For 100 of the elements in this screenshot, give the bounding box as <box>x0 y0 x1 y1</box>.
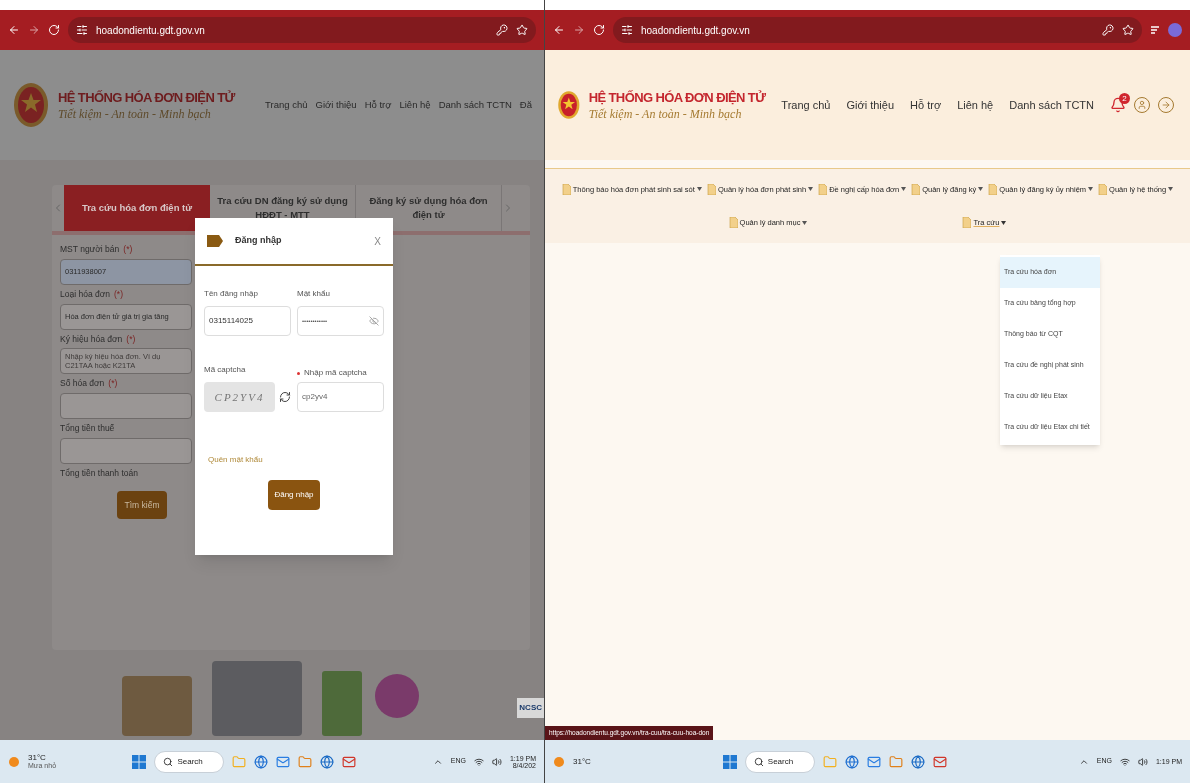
close-button[interactable]: X <box>374 233 381 249</box>
notification-count: 2 <box>1119 93 1130 104</box>
captcha-image: CP2YV4 <box>204 382 275 412</box>
notification-bell-icon[interactable] <box>1110 97 1126 113</box>
dropdown-caret-icon <box>1088 187 1094 192</box>
bookmark-star-icon[interactable] <box>516 24 528 36</box>
weather-icon <box>8 755 20 768</box>
wifi-icon[interactable] <box>1119 756 1130 767</box>
nav-link[interactable]: Liên hệ <box>399 97 431 113</box>
url-text: hoadondientu.gdt.gov.vn <box>96 23 206 38</box>
dropdown-caret-icon <box>802 220 808 225</box>
key-icon[interactable] <box>1102 24 1114 36</box>
site-settings-icon[interactable] <box>76 24 88 36</box>
document-icon <box>818 183 828 195</box>
speaker-icon[interactable] <box>1137 756 1148 767</box>
dropdown-caret-icon <box>1001 220 1007 225</box>
forward-icon[interactable] <box>28 24 40 36</box>
input-field[interactable] <box>60 393 192 419</box>
site-settings-icon[interactable] <box>621 24 633 36</box>
back-icon[interactable] <box>553 24 565 36</box>
taskbar-app-icon[interactable] <box>320 754 335 769</box>
document-icon <box>911 183 921 195</box>
captcha-input-field[interactable]: cp2yv4 <box>297 382 384 412</box>
site-title: HỆ THỐNG HÓA ĐƠN ĐIỆN TỬ <box>588 90 766 104</box>
taskbar-app-icon[interactable] <box>910 754 925 769</box>
taskbar-search-field[interactable]: Search <box>154 750 225 773</box>
dialog-tag-icon <box>207 235 223 247</box>
required-mark: (*) <box>108 377 118 390</box>
dropdown-caret-icon <box>901 187 907 192</box>
required-mark: (*) <box>126 332 136 346</box>
windows-start-icon[interactable] <box>132 754 147 769</box>
dropdown-caret-icon <box>808 187 814 192</box>
dialog-title: Đăng nhập <box>235 234 283 248</box>
nav-link[interactable]: Trang chủ <box>781 96 831 114</box>
nav-link[interactable]: Danh sách TCTN <box>1009 96 1094 114</box>
taskbar-app-icon[interactable] <box>298 754 313 769</box>
address-bar[interactable]: hoadondientu.gdt.gov.vn <box>613 17 1142 43</box>
weather-icon <box>553 755 565 768</box>
extensions-icon[interactable] <box>1150 25 1160 35</box>
site-slogan: Tiết kiệm - An toàn - Minh bạch <box>588 107 743 120</box>
dropdown-caret-icon <box>696 187 702 192</box>
address-bar[interactable]: hoadondientu.gdt.gov.vn <box>68 17 536 43</box>
required-dot-icon <box>297 371 300 375</box>
document-icon <box>706 183 716 195</box>
speaker-icon[interactable] <box>491 756 502 767</box>
document-icon <box>561 183 571 195</box>
taskbar-app-icon[interactable] <box>844 754 859 769</box>
reload-icon[interactable] <box>593 24 605 36</box>
nav-link[interactable]: Giới thiệu <box>315 97 357 113</box>
nav-link[interactable]: Danh sách TCTN <box>438 97 512 113</box>
field-label: MST người bán <box>60 243 120 256</box>
field-label: Nhập mã captcha <box>304 367 367 379</box>
nav-link[interactable]: Giới thiệu <box>846 96 895 114</box>
taskbar-app-icon[interactable] <box>866 754 881 769</box>
nav-link[interactable]: Hỗ trợ <box>910 96 942 114</box>
site-slogan: Tiết kiệm - An toàn - Minh bạch <box>58 107 212 120</box>
reload-icon[interactable] <box>48 24 60 36</box>
field-label: Ký hiệu hóa đơn <box>60 332 123 346</box>
document-icon <box>728 217 738 229</box>
temperature-text: 31°C <box>28 754 47 762</box>
login-button[interactable]: Đăng nhập <box>268 480 320 510</box>
key-icon[interactable] <box>496 24 508 36</box>
taskbar-app-icon[interactable] <box>276 754 291 769</box>
field-label: Tổng tiền thuế <box>60 422 115 435</box>
wifi-icon[interactable] <box>473 756 484 767</box>
document-icon <box>988 183 998 195</box>
dropdown-caret-icon <box>1168 187 1174 192</box>
dropdown-caret-icon <box>978 187 984 192</box>
temperature-text: 31°C <box>573 757 591 766</box>
nav-link[interactable]: Đă <box>519 97 532 113</box>
username-field[interactable]: 0315114025 <box>204 306 291 336</box>
input-field[interactable] <box>60 437 192 464</box>
nav-link[interactable]: Hỗ trợ <box>364 97 392 113</box>
nav-link[interactable]: Liên hệ <box>957 96 994 114</box>
nav-link[interactable]: Trang chủ <box>265 97 308 113</box>
back-icon[interactable] <box>8 24 20 36</box>
field-label: Tổng tiền thanh toán <box>60 466 138 480</box>
document-icon <box>962 217 972 229</box>
tab[interactable]: Tra cứu hóa đơn điện tử <box>64 185 210 231</box>
taskbar-app-icon[interactable] <box>254 754 269 769</box>
taskbar-app-icon[interactable] <box>888 754 903 769</box>
taskbar-app-icon[interactable] <box>932 754 947 769</box>
document-icon <box>1098 183 1108 195</box>
taskbar-search-field[interactable]: Search <box>744 750 815 773</box>
forward-icon[interactable] <box>573 24 585 36</box>
field-label: Số hóa đơn <box>60 377 105 390</box>
bookmark-star-icon[interactable] <box>1122 24 1134 36</box>
required-mark: (*) <box>114 287 123 301</box>
search-icon <box>163 756 174 767</box>
refresh-icon[interactable] <box>279 391 291 403</box>
windows-start-icon[interactable] <box>722 754 737 769</box>
field-label: Tên đăng nhập <box>204 288 259 300</box>
taskbar-app-icon[interactable] <box>342 754 357 769</box>
ncsc-badge: NCSC <box>517 698 544 718</box>
required-mark: (*) <box>123 243 133 256</box>
field-label: Loại hóa đơn <box>60 287 110 301</box>
search-icon <box>753 756 764 767</box>
hide-password-icon[interactable] <box>369 316 379 326</box>
search-button[interactable]: Tìm kiếm <box>116 490 168 520</box>
field-label: Mã captcha <box>204 364 247 376</box>
